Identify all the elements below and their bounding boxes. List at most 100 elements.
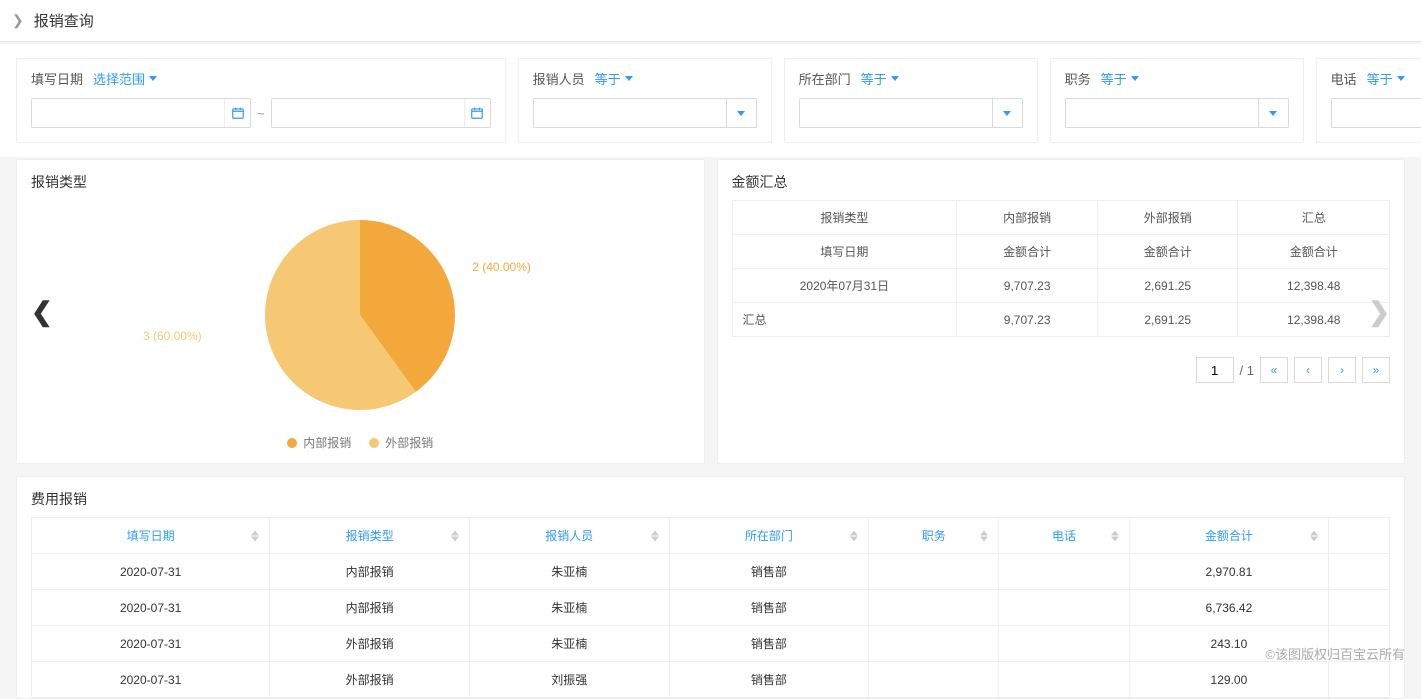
table-cell (999, 662, 1129, 698)
filter-date-op[interactable]: 选择范围 (93, 69, 157, 88)
column-header[interactable]: 电话 (999, 518, 1129, 554)
date-range-separator: ~ (257, 106, 265, 121)
table-cell: 2020-07-31 (32, 626, 270, 662)
column-header[interactable]: 职务 (869, 518, 999, 554)
table-cell (1329, 554, 1390, 590)
dropdown-button[interactable] (726, 99, 756, 127)
th: 内部报销 (957, 201, 1098, 235)
date-from-input[interactable] (31, 98, 251, 128)
table-cell: 6,736.42 (1129, 590, 1329, 626)
table-cell: 朱亚楠 (469, 590, 669, 626)
calendar-icon[interactable] (224, 99, 250, 127)
filter-date: 填写日期 选择范围 ~ (16, 58, 506, 143)
pager-total: / 1 (1240, 363, 1254, 378)
column-header[interactable]: 所在部门 (669, 518, 869, 554)
pie-svg (265, 220, 455, 410)
pager-prev-button[interactable]: ‹ (1294, 357, 1322, 383)
dropdown-button[interactable] (992, 99, 1022, 127)
table-cell: 2020-07-31 (32, 554, 270, 590)
filter-person-select[interactable] (533, 98, 757, 128)
table-cell (869, 590, 999, 626)
sort-icon (251, 530, 259, 541)
pie-label-b: 3 (60.00%) (143, 329, 202, 343)
filter-person-op[interactable]: 等于 (595, 69, 633, 88)
table-cell: 销售部 (669, 590, 869, 626)
filter-job-input[interactable] (1066, 99, 1258, 127)
table-cell (999, 626, 1129, 662)
table-cell: 2020年07月31日 (732, 269, 957, 303)
filter-phone-input[interactable] (1332, 99, 1421, 127)
detail-panel: 费用报销 填写日期报销类型报销人员所在部门职务电话金额合计 2020-07-31… (16, 476, 1405, 699)
dropdown-button[interactable] (1258, 99, 1288, 127)
detail-panel-title: 费用报销 (31, 489, 1390, 509)
table-row[interactable]: 2020-07-31外部报销朱亚楠销售部243.10 (32, 626, 1390, 662)
filter-dept-label: 所在部门 (799, 69, 851, 88)
table-cell (869, 662, 999, 698)
table-cell: 汇总 (732, 303, 957, 337)
table-row[interactable]: 2020-07-31外部报销刘振强销售部129.00 (32, 662, 1390, 698)
pager-first-button[interactable]: « (1260, 357, 1288, 383)
filter-dept-input[interactable] (800, 99, 992, 127)
chevron-right-icon[interactable]: ❯ (12, 12, 24, 29)
table-cell (999, 590, 1129, 626)
table-cell: 9,707.23 (957, 269, 1098, 303)
table-cell: 2020-07-31 (32, 662, 270, 698)
pager-current-input[interactable] (1196, 357, 1234, 383)
legend-item[interactable]: 内部报销 (287, 434, 351, 451)
legend-label: 外部报销 (385, 434, 433, 451)
summary-panel-title: 金额汇总 (732, 172, 1391, 192)
page-header: ❯ 报销查询 (0, 0, 1421, 42)
date-to-field[interactable] (272, 106, 464, 121)
filter-job-op[interactable]: 等于 (1101, 69, 1139, 88)
sort-icon (451, 530, 459, 541)
th: 金额合计 (1097, 235, 1238, 269)
pager-next-button[interactable]: › (1328, 357, 1356, 383)
filter-dept-select[interactable] (799, 98, 1023, 128)
table-cell: 2020-07-31 (32, 590, 270, 626)
filter-phone-select[interactable] (1331, 98, 1421, 128)
legend-item[interactable]: 外部报销 (369, 434, 433, 451)
sort-icon (1111, 530, 1119, 541)
filter-bar: 填写日期 选择范围 ~ 报销人员 等于 (0, 44, 1421, 157)
table-row: 汇总9,707.232,691.2512,398.48 (732, 303, 1390, 337)
filter-phone-op[interactable]: 等于 (1367, 69, 1405, 88)
column-header[interactable]: 报销人员 (469, 518, 669, 554)
filter-job-label: 职务 (1065, 69, 1091, 88)
table-cell: 129.00 (1129, 662, 1329, 698)
sort-icon (980, 530, 988, 541)
table-cell: 刘振强 (469, 662, 669, 698)
summary-table: 报销类型 内部报销 外部报销 汇总 填写日期 金额合计 金额合计 金额合计 20… (732, 200, 1391, 337)
filter-person-input[interactable] (534, 99, 726, 127)
caret-down-icon (737, 111, 745, 116)
column-header[interactable]: 填写日期 (32, 518, 270, 554)
table-cell: 2,970.81 (1129, 554, 1329, 590)
caret-down-icon (1397, 76, 1405, 81)
table-cell (1329, 662, 1390, 698)
date-to-input[interactable] (271, 98, 491, 128)
table-cell (869, 554, 999, 590)
column-header[interactable]: 报销类型 (270, 518, 470, 554)
table-cell: 内部报销 (270, 590, 470, 626)
table-row[interactable]: 2020-07-31内部报销朱亚楠销售部2,970.81 (32, 554, 1390, 590)
column-header[interactable]: 金额合计 (1129, 518, 1329, 554)
filter-job-select[interactable] (1065, 98, 1289, 128)
table-row[interactable]: 2020-07-31内部报销朱亚楠销售部 6,736.42 (32, 590, 1390, 626)
filter-phone: 电话 等于 (1316, 58, 1421, 143)
page-title: 报销查询 (34, 10, 94, 31)
table-header-row: 报销类型 内部报销 外部报销 汇总 (732, 201, 1390, 235)
filter-dept: 所在部门 等于 (784, 58, 1038, 143)
filter-job: 职务 等于 (1050, 58, 1304, 143)
filter-person: 报销人员 等于 (518, 58, 772, 143)
th: 金额合计 (957, 235, 1098, 269)
date-from-field[interactable] (32, 106, 224, 121)
pie-chart: 2 (40.00%) 3 (60.00%) (31, 200, 690, 430)
filter-person-label: 报销人员 (533, 69, 585, 88)
filter-phone-label: 电话 (1331, 69, 1357, 88)
pager-last-button[interactable]: » (1362, 357, 1390, 383)
caret-down-icon (1131, 76, 1139, 81)
filter-dept-op[interactable]: 等于 (861, 69, 899, 88)
calendar-icon[interactable] (464, 99, 490, 127)
chart-panel: 报销类型 ❮ 2 (40.00%) 3 (60.00%) 内部报销 外部报销 (16, 159, 705, 464)
caret-down-icon (625, 76, 633, 81)
summary-next-button[interactable]: ❯ (1368, 296, 1390, 327)
